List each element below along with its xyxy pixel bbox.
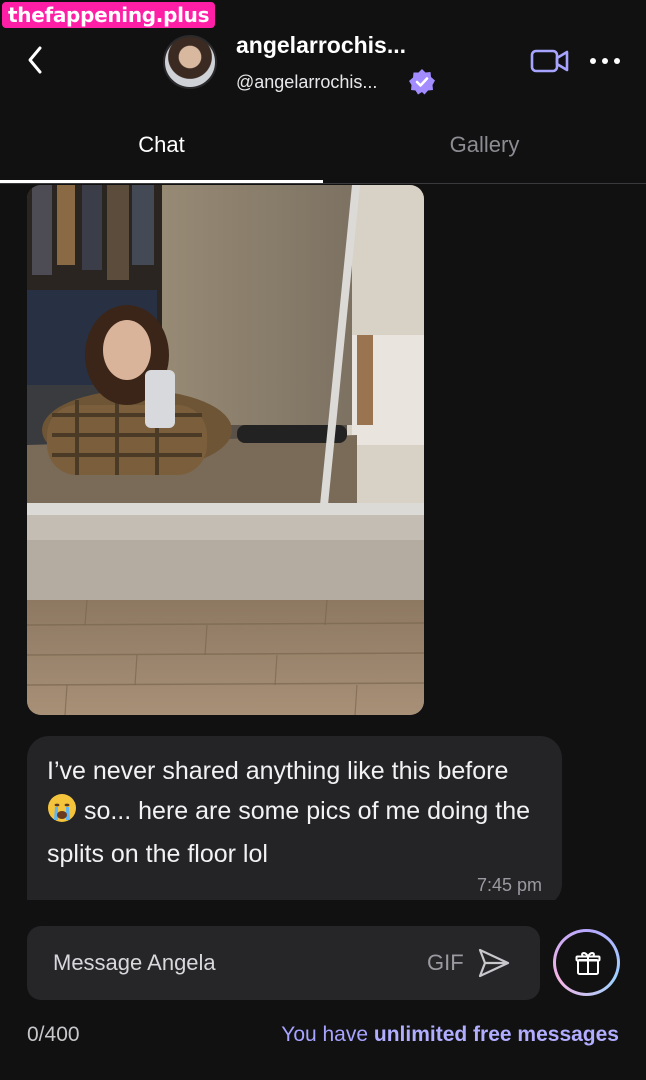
video-call-icon[interactable] <box>530 47 570 75</box>
more-dots-icon[interactable] <box>588 52 624 70</box>
watermark-label: thefappening.plus <box>2 2 216 28</box>
contact-name[interactable]: angelarrochis... <box>236 32 406 59</box>
gift-icon <box>556 932 617 993</box>
send-icon[interactable] <box>477 946 511 980</box>
contact-handle: @angelarrochis... <box>236 72 378 92</box>
avatar[interactable] <box>163 35 217 89</box>
message-bubble[interactable]: I’ve never shared anything like this bef… <box>27 736 562 906</box>
verified-badge-icon <box>408 68 436 96</box>
tab-gallery[interactable]: Gallery <box>323 120 646 183</box>
message-text-part: so... here are some pics of me doing the… <box>47 796 531 869</box>
message-text-part: I’ve never shared anything like this bef… <box>47 757 509 785</box>
message-timestamp: 7:45 pm <box>476 875 542 895</box>
free-messages-highlight: unlimited free messages <box>373 1023 619 1046</box>
chat-tabs: Chat Gallery <box>0 120 646 184</box>
shared-photo[interactable] <box>27 185 424 715</box>
message-input[interactable] <box>53 945 413 981</box>
back-chevron-icon[interactable] <box>20 40 56 80</box>
free-messages-prefix: You have <box>281 1023 374 1046</box>
crying-emoji <box>47 793 77 836</box>
message-text: I’ve never shared anything like this bef… <box>47 752 537 875</box>
gift-button[interactable] <box>553 929 620 996</box>
tab-chat[interactable]: Chat <box>0 120 323 183</box>
gif-button[interactable]: GIF <box>427 950 464 976</box>
free-messages-note: You have unlimited free messages <box>281 1023 619 1047</box>
divider <box>0 900 646 924</box>
message-composer: GIF <box>27 926 540 1000</box>
character-count: 0/400 <box>27 1023 80 1046</box>
active-tab-indicator <box>0 180 323 183</box>
